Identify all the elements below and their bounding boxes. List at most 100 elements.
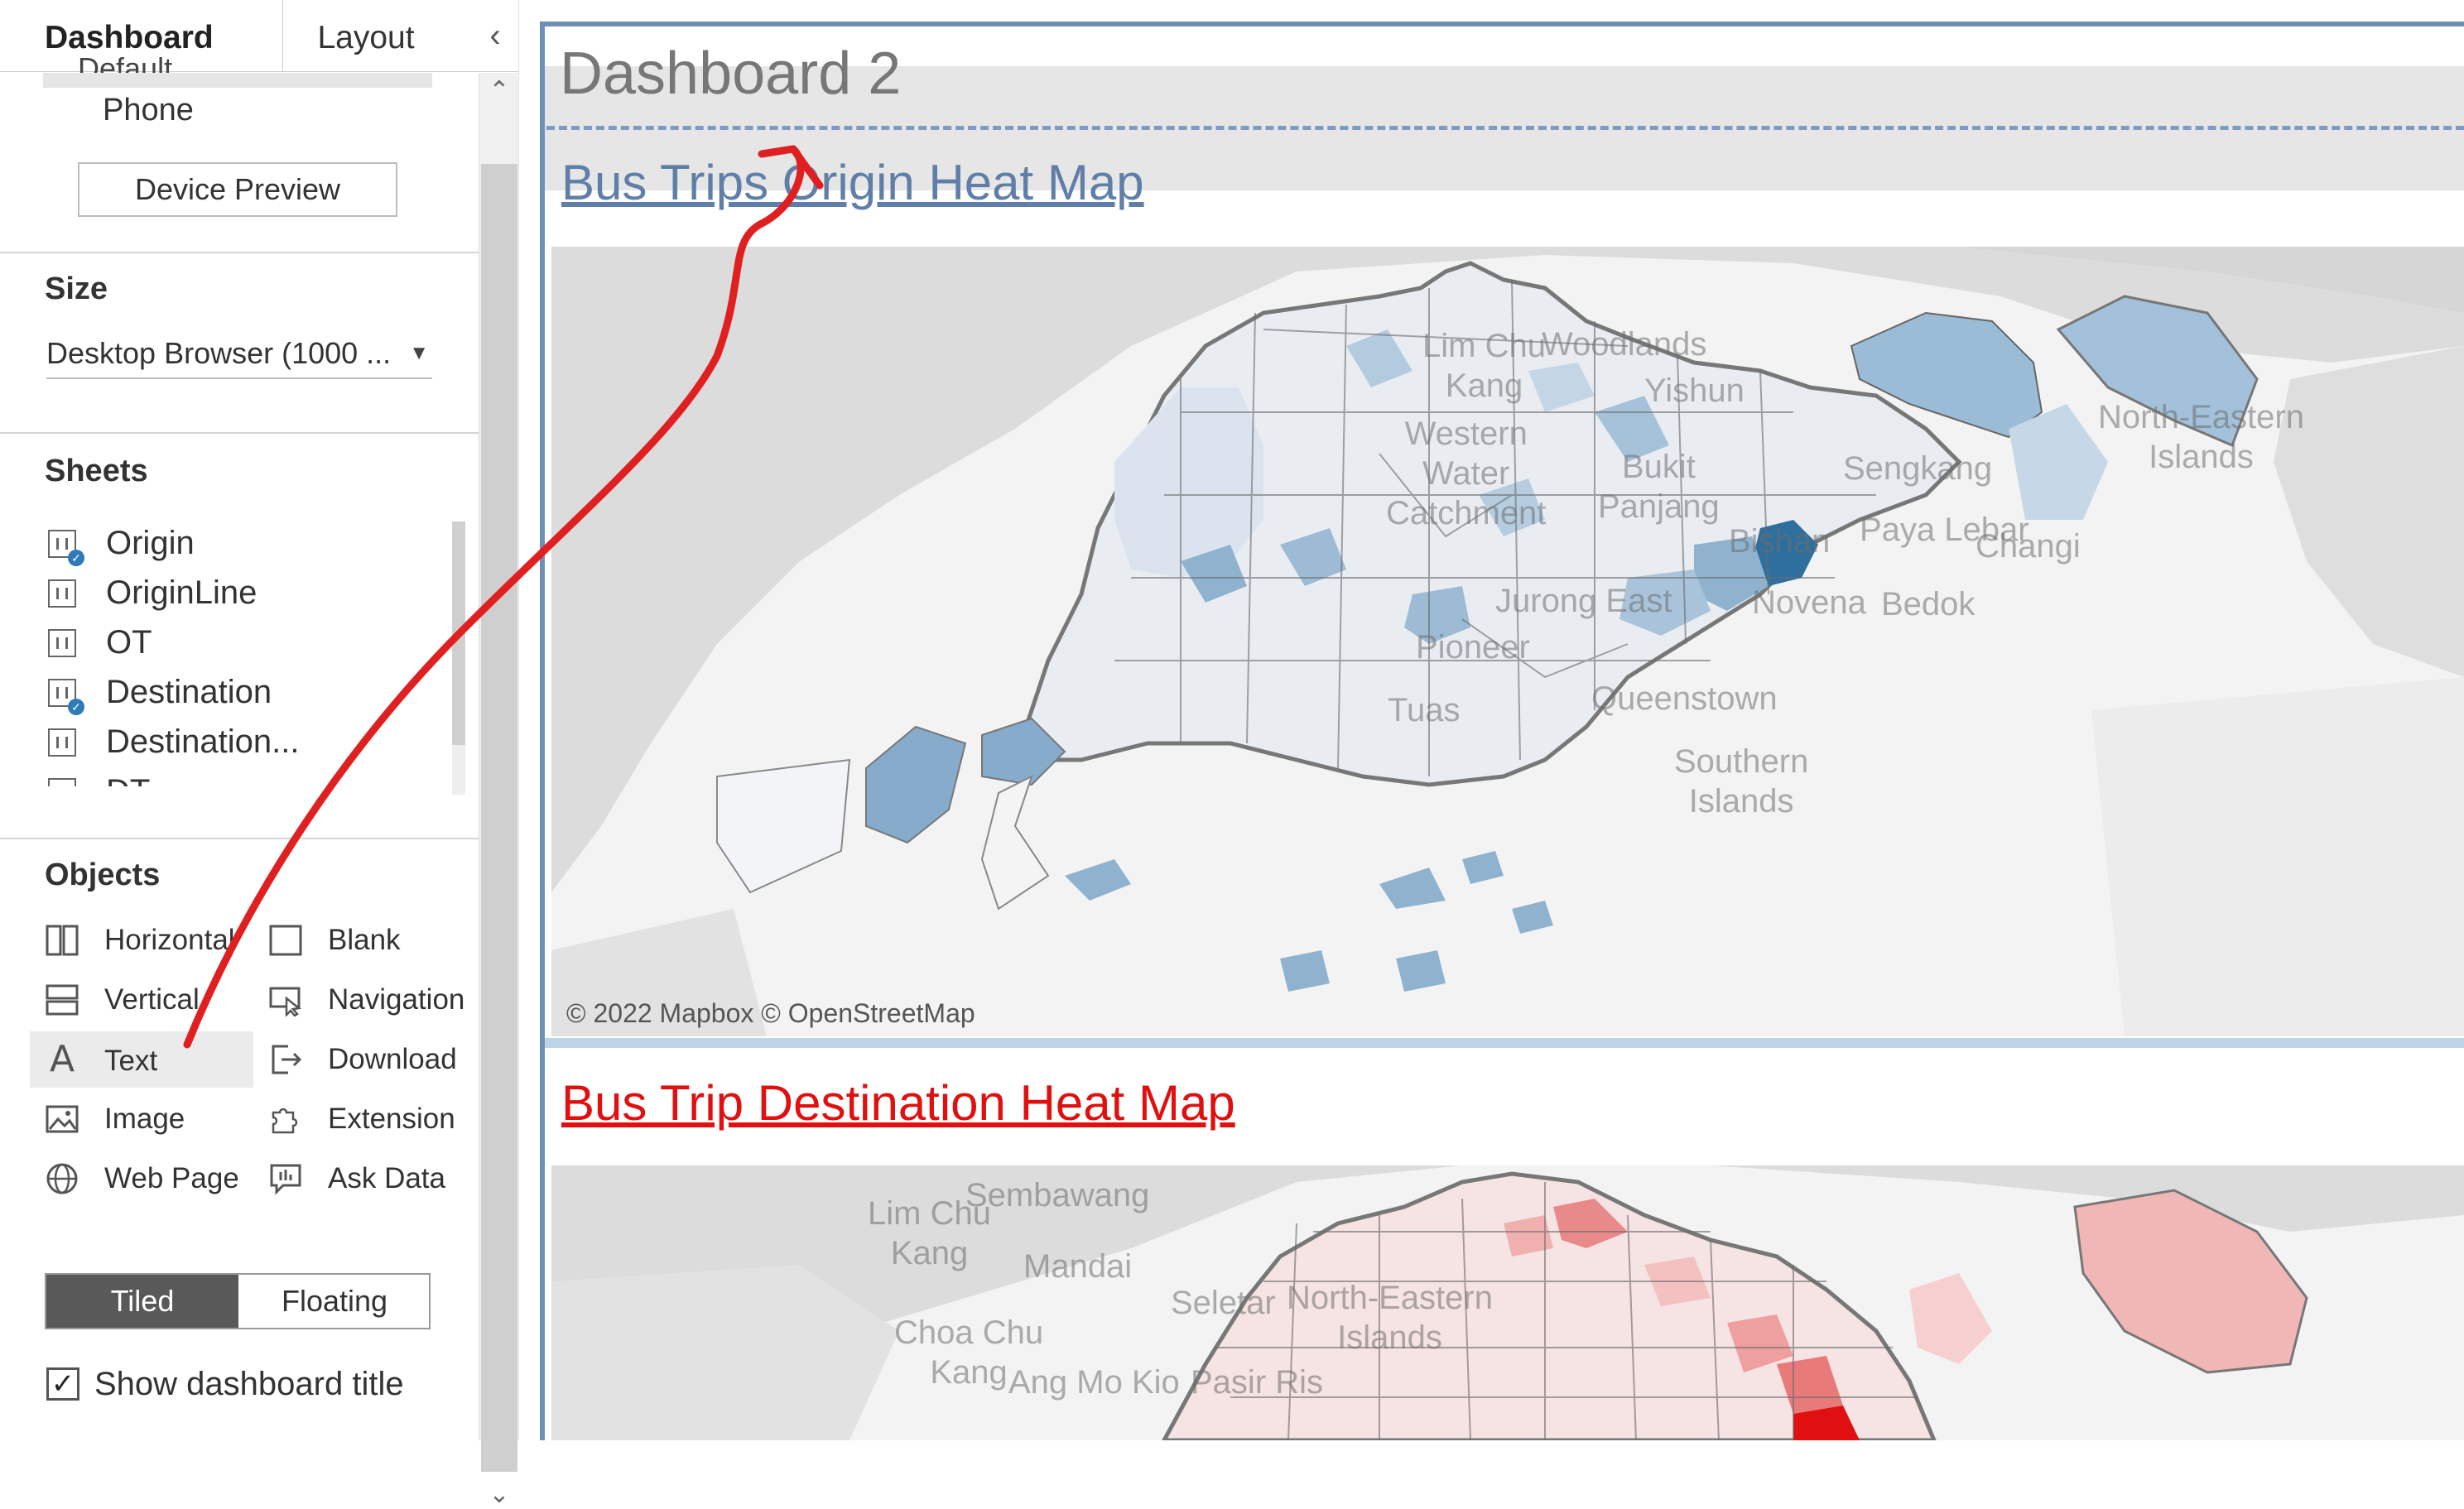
object-vertical[interactable]: Vertical bbox=[45, 973, 243, 1023]
scroll-up-icon[interactable]: ⌃ bbox=[479, 76, 519, 105]
sheet-item-destination-2[interactable]: Destination... bbox=[46, 720, 444, 765]
horizontal-container-icon bbox=[45, 924, 79, 957]
object-label: Web Page bbox=[104, 1162, 239, 1194]
sheet-item-origin[interactable]: ✓ Origin bbox=[46, 521, 444, 566]
navigation-icon bbox=[268, 983, 303, 1018]
sheets-scrollbar[interactable] bbox=[452, 521, 465, 795]
map-label: Lim Chu Kang bbox=[1422, 328, 1546, 404]
map-label: North-Eastern Islands bbox=[2098, 399, 2304, 475]
worksheet-icon bbox=[48, 728, 76, 757]
download-icon bbox=[268, 1043, 303, 1076]
destination-map-graphic bbox=[551, 1165, 2464, 1440]
object-label: Vertical bbox=[104, 983, 200, 1016]
sheet-label: DT bbox=[106, 773, 150, 786]
device-preview-button[interactable]: Device Preview bbox=[78, 162, 397, 217]
device-phone-item[interactable]: Phone bbox=[103, 93, 194, 128]
object-label: Blank bbox=[328, 924, 401, 956]
object-web-page[interactable]: Web Page bbox=[45, 1152, 243, 1202]
size-section-title: Size bbox=[45, 272, 108, 306]
object-label: Navigation bbox=[328, 983, 465, 1016]
object-label: Text bbox=[104, 1045, 158, 1077]
object-label: Image bbox=[104, 1103, 185, 1135]
scrollbar-thumb[interactable] bbox=[481, 164, 517, 1472]
object-horizontal[interactable]: Horizontal bbox=[45, 914, 243, 964]
object-image[interactable]: Image bbox=[45, 1093, 243, 1142]
origin-heat-map[interactable]: Lim Chu Kang Woodlands Yishun Western Wate… bbox=[551, 247, 2464, 1036]
image-icon bbox=[45, 1103, 79, 1136]
scrollbar-thumb[interactable] bbox=[452, 521, 465, 745]
tab-layout[interactable]: Layout bbox=[283, 0, 449, 71]
globe-icon bbox=[45, 1162, 79, 1195]
worksheet-icon bbox=[48, 579, 76, 608]
maps-divider bbox=[545, 1038, 2464, 1048]
map-label: Jurong East bbox=[1495, 583, 1672, 619]
worksheet-icon bbox=[48, 778, 76, 786]
destination-heat-map[interactable]: Lim Chu Kang Sembawang Mandai Seletar Cho… bbox=[551, 1165, 2464, 1440]
map-label: Woodlands bbox=[1542, 326, 1707, 363]
show-dashboard-title-label: Show dashboard title bbox=[94, 1366, 404, 1402]
map-label: Pasir Ris bbox=[1191, 1364, 1324, 1401]
layout-mode-toggle: Tiled Floating bbox=[45, 1273, 431, 1329]
sheet-label: Destination bbox=[106, 674, 272, 710]
size-dropdown-value: Desktop Browser (1000 ... bbox=[46, 336, 392, 370]
show-dashboard-title-checkbox[interactable]: ✓ bbox=[46, 1367, 79, 1401]
sheet-label: Destination... bbox=[106, 723, 300, 760]
check-circle-icon: ✓ bbox=[68, 550, 84, 566]
map-label: Bedok bbox=[1881, 586, 1976, 622]
sheet-item-ot[interactable]: OT bbox=[46, 621, 444, 666]
sheet-item-originline[interactable]: OriginLine bbox=[46, 571, 444, 616]
object-label: Horizontal bbox=[104, 924, 235, 956]
object-download[interactable]: Download bbox=[268, 1033, 467, 1083]
divider bbox=[0, 252, 479, 253]
object-blank[interactable]: Blank bbox=[268, 914, 467, 964]
extension-puzzle-icon bbox=[268, 1103, 303, 1136]
dashboard-title[interactable]: Dashboard 2 bbox=[560, 40, 901, 108]
map-label: Changi bbox=[1976, 528, 2081, 565]
tiled-button[interactable]: Tiled bbox=[46, 1275, 238, 1328]
map-label: Southern Islands bbox=[1674, 743, 1809, 819]
object-navigation[interactable]: Navigation bbox=[268, 973, 475, 1023]
drop-target-indicator bbox=[546, 126, 2464, 130]
sheets-section-title: Sheets bbox=[45, 454, 148, 488]
map-label: Ang Mo Kio bbox=[1008, 1364, 1180, 1401]
divider bbox=[0, 432, 479, 434]
sheet-label: OriginLine bbox=[106, 574, 257, 611]
size-dropdown[interactable]: Desktop Browser (1000 ... ▼ bbox=[46, 333, 432, 379]
map-label: Sengkang bbox=[1843, 450, 1993, 487]
map-label: Seletar bbox=[1171, 1285, 1276, 1321]
object-label: Download bbox=[328, 1043, 457, 1075]
check-circle-icon: ✓ bbox=[68, 699, 84, 715]
side-panel-scrollbar[interactable]: ⌃ ⌄ bbox=[479, 73, 519, 1508]
objects-section-title: Objects bbox=[45, 858, 161, 892]
map-label: Tuas bbox=[1388, 692, 1461, 728]
map-label: Yishun bbox=[1644, 372, 1745, 409]
blank-icon bbox=[268, 924, 303, 957]
ask-data-icon bbox=[268, 1162, 303, 1195]
panel-divider[interactable] bbox=[518, 0, 534, 1440]
map-label: Novena bbox=[1752, 584, 1866, 621]
divider bbox=[0, 838, 479, 839]
text-icon: A bbox=[49, 1038, 75, 1080]
object-text[interactable]: A Text bbox=[30, 1031, 253, 1088]
dashboard-side-panel: Dashboard Layout ‹ Default Phone Device … bbox=[0, 0, 518, 1440]
map-label: Mandai bbox=[1023, 1248, 1133, 1285]
map-label: Bukit Panjang bbox=[1598, 449, 1720, 525]
sheets-list: ✓ Origin OriginLine OT ✓ Destination Des… bbox=[46, 521, 444, 786]
object-extension[interactable]: Extension bbox=[268, 1093, 467, 1142]
destination-map-title[interactable]: Bus Trip Destination Heat Map bbox=[561, 1074, 1235, 1132]
floating-button[interactable]: Floating bbox=[240, 1275, 429, 1328]
scroll-down-icon[interactable]: ⌄ bbox=[479, 1480, 519, 1509]
object-ask-data[interactable]: Ask Data bbox=[268, 1152, 467, 1202]
sheet-label: Origin bbox=[106, 525, 195, 561]
map-label: Bishan bbox=[1729, 523, 1831, 560]
collapse-panel-button[interactable]: ‹ bbox=[472, 0, 518, 71]
sheet-label: OT bbox=[106, 624, 152, 661]
chevron-down-icon: ▼ bbox=[409, 342, 429, 364]
sheet-item-dt[interactable]: DT bbox=[46, 770, 444, 786]
sheet-item-destination[interactable]: ✓ Destination bbox=[46, 670, 444, 715]
map-label: Western Water Catchment bbox=[1386, 416, 1547, 531]
map-label: Sembawang bbox=[965, 1177, 1150, 1213]
origin-map-title[interactable]: Bus Trips Origin Heat Map bbox=[561, 154, 1144, 211]
map-attribution[interactable]: © 2022 Mapbox © OpenStreetMap bbox=[566, 998, 975, 1029]
worksheet-icon bbox=[48, 629, 76, 657]
